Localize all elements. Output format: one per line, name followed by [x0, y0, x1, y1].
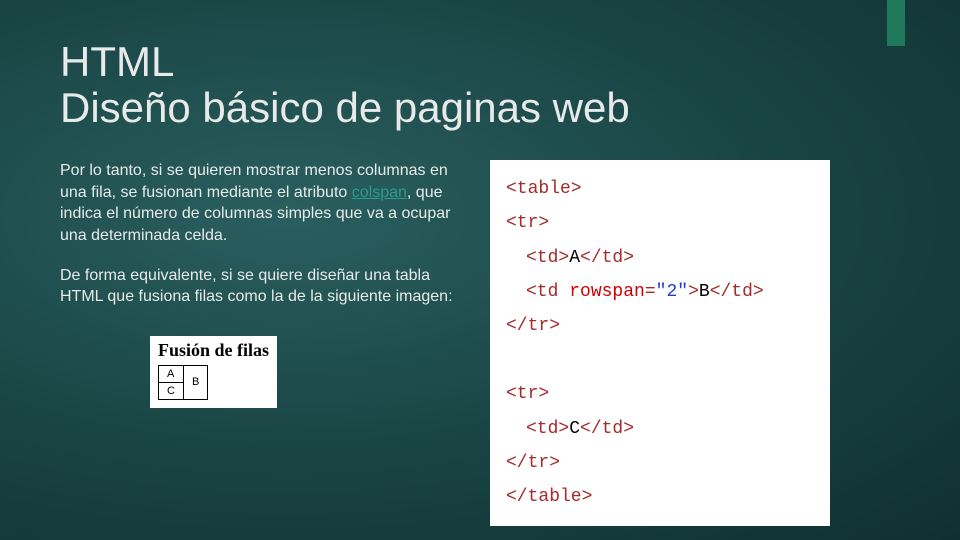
code-token: rowspan: [569, 282, 645, 302]
code-token: B: [699, 282, 710, 302]
demo-table: A B C: [158, 365, 208, 400]
content-row: Por lo tanto, si se quieren mostrar meno…: [60, 160, 900, 526]
left-column: Por lo tanto, si se quieren mostrar meno…: [60, 160, 460, 526]
code-token: </td>: [580, 419, 634, 439]
title-block: HTML Diseño básico de paginas web: [60, 40, 900, 130]
code-line: <tr>: [506, 206, 814, 240]
code-token: </table>: [506, 487, 592, 507]
code-token: </tr>: [506, 316, 560, 336]
code-token: <td>: [526, 248, 569, 268]
code-line: [506, 343, 814, 377]
code-panel: <table> <tr> <td>A</td> <td rowspan="2">…: [490, 160, 830, 526]
code-token: <tr>: [506, 384, 549, 404]
code-token: >: [688, 282, 699, 302]
code-token: <td: [526, 282, 569, 302]
code-token: A: [569, 248, 580, 268]
paragraph-1: Por lo tanto, si se quieren mostrar meno…: [60, 160, 460, 246]
paragraph-2: De forma equivalente, si se quiere diseñ…: [60, 265, 460, 308]
table-row: A B: [159, 365, 208, 382]
code-line: <tr>: [506, 377, 814, 411]
colspan-keyword: colspan: [352, 184, 407, 201]
code-token: </td>: [580, 248, 634, 268]
figure-caption: Fusión de filas: [158, 340, 269, 361]
code-line: </table>: [506, 480, 814, 514]
code-line: <td rowspan="2">B</td>: [506, 275, 814, 309]
code-token: C: [569, 419, 580, 439]
cell-b: B: [183, 365, 207, 399]
accent-bar: [887, 0, 905, 46]
code-line: <td>A</td>: [506, 241, 814, 275]
code-token: </td>: [710, 282, 764, 302]
slide: HTML Diseño básico de paginas web Por lo…: [0, 0, 960, 526]
title-line2: Diseño básico de paginas web: [60, 86, 900, 130]
code-token: "2": [656, 282, 688, 302]
code-line: <table>: [506, 172, 814, 206]
cell-a: A: [159, 365, 184, 382]
title-line1: HTML: [60, 40, 900, 84]
code-line: </tr>: [506, 446, 814, 480]
code-token: <td>: [526, 419, 569, 439]
code-token: <tr>: [506, 213, 549, 233]
table-figure: Fusión de filas A B C: [150, 336, 277, 408]
cell-c: C: [159, 382, 184, 399]
code-token: =: [645, 282, 656, 302]
code-line: </tr>: [506, 309, 814, 343]
code-token: </tr>: [506, 453, 560, 473]
code-line: <td>C</td>: [506, 412, 814, 446]
code-token: <table>: [506, 179, 582, 199]
